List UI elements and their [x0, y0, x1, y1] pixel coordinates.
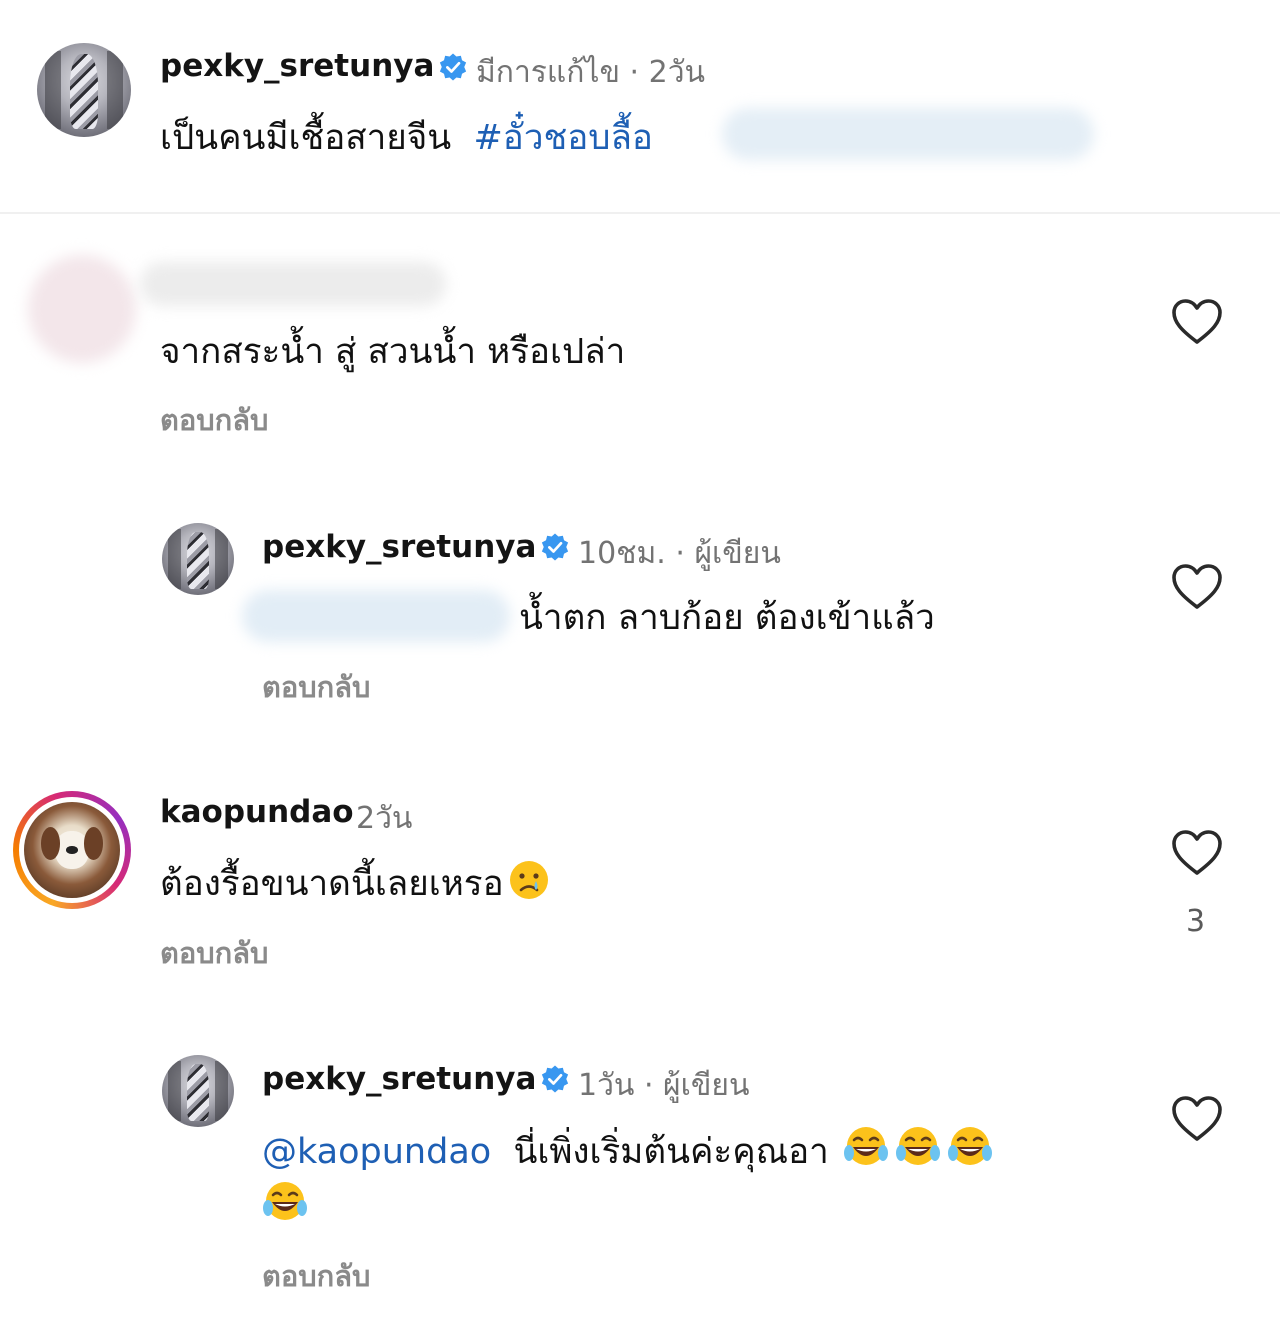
verified-badge-icon [540, 1064, 570, 1094]
caption-text: เป็นคนมีเชื้อสายจีน [160, 118, 452, 158]
reply-author-avatar[interactable] [162, 523, 234, 595]
tears-of-joy-emoji [895, 1125, 941, 1171]
commenter-avatar[interactable] [24, 802, 120, 898]
heart-outline-icon[interactable] [1171, 298, 1223, 346]
verified-badge-icon [438, 52, 468, 82]
reply-meta: 10ชม. · ผู้เขียน [578, 536, 781, 571]
reply-button[interactable]: ตอบกลับ [262, 664, 370, 710]
redacted-avatar-blur [28, 255, 136, 363]
like-count: 3 [1186, 904, 1206, 939]
reply-meta: 1วัน · ผู้เขียน [578, 1068, 750, 1103]
comment-meta: 2วัน [356, 801, 413, 836]
heart-outline-icon[interactable] [1171, 829, 1223, 877]
post-author-avatar[interactable] [37, 43, 131, 137]
reply-text: น้ำตก ลาบก้อย ต้องเข้าแล้ว [519, 598, 935, 638]
reply-text: @kaopundao นี่เพิ่งเริ่มต้นค่ะคุณอา [262, 1124, 993, 1179]
tears-of-joy-emoji [843, 1125, 889, 1171]
redacted-mention-blur [242, 590, 510, 642]
post-meta: มีการแก้ไข · 2วัน [476, 55, 706, 90]
tears-of-joy-emoji [947, 1125, 993, 1171]
redacted-caption-blur [722, 108, 1094, 160]
redacted-username-blur [140, 262, 446, 306]
heart-outline-icon[interactable] [1171, 563, 1223, 611]
post-author-username[interactable]: pexky_sretunya [160, 48, 434, 84]
crying-face-emoji [506, 857, 552, 903]
reply-author-username[interactable]: pexky_sretunya [262, 529, 536, 565]
comment-text: ต้องรื้อขนาดนี้เลยเหรอ [160, 856, 552, 911]
commenter-username[interactable]: kaopundao [160, 794, 354, 830]
post-caption: เป็นคนมีเชื้อสายจีน #อั๋วชอบลื้อ [160, 110, 653, 165]
reply-text-content: นี่เพิ่งเริ่มต้นค่ะคุณอา [513, 1132, 829, 1172]
heart-outline-icon[interactable] [1171, 1095, 1223, 1143]
verified-badge-icon [540, 532, 570, 562]
reply-author-avatar[interactable] [162, 1055, 234, 1127]
comment-text-content: ต้องรื้อขนาดนี้เลยเหรอ [160, 864, 504, 904]
reply-button[interactable]: ตอบกลับ [160, 397, 268, 443]
mention-link[interactable]: @kaopundao [262, 1132, 491, 1172]
comment-text: จากสระน้ำ สู่ สวนน้ำ หรือเปล่า [160, 332, 626, 372]
hashtag-link[interactable]: #อั๋วชอบลื้อ [473, 118, 652, 158]
tears-of-joy-emoji [262, 1180, 308, 1226]
reply-button[interactable]: ตอบกลับ [160, 930, 268, 976]
reply-button[interactable]: ตอบกลับ [262, 1253, 370, 1299]
reply-author-username[interactable]: pexky_sretunya [262, 1061, 536, 1097]
section-divider [0, 212, 1280, 214]
